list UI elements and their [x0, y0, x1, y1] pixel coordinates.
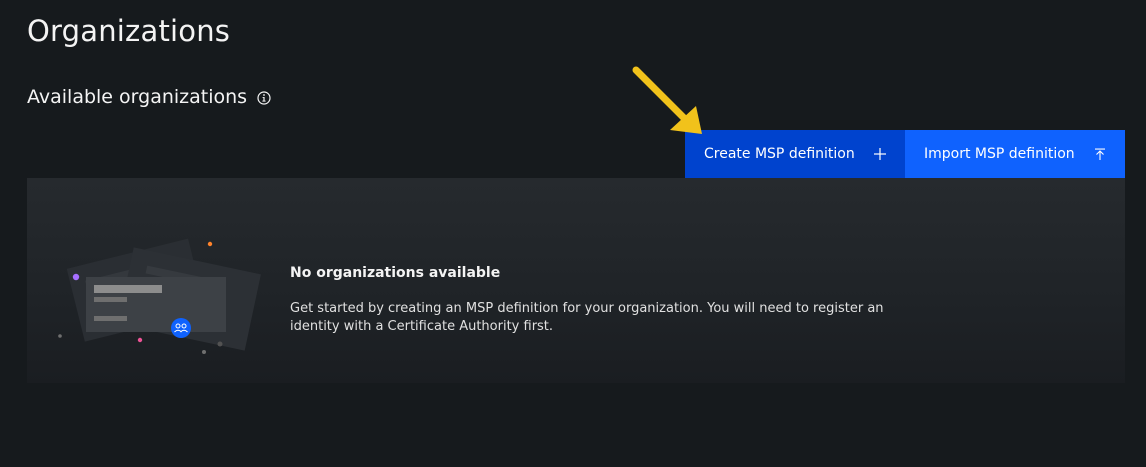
create-button-label: Create MSP definition: [704, 146, 855, 162]
annotation-arrow-icon: [622, 62, 712, 146]
user-group-icon: [171, 318, 191, 338]
page-title: Organizations: [27, 14, 231, 48]
empty-state-illustration: [49, 230, 269, 364]
empty-state-description: Get started by creating an MSP definitio…: [290, 301, 884, 334]
info-icon[interactable]: [257, 90, 271, 105]
section-title: Available organizations: [27, 86, 248, 108]
empty-state-panel: No organizations available Get started b…: [27, 178, 1125, 383]
import-button-label: Import MSP definition: [924, 146, 1075, 162]
plus-icon: [873, 147, 887, 161]
upload-icon: [1093, 147, 1107, 161]
create-msp-definition-button[interactable]: Create MSP definition: [685, 130, 905, 178]
section-header: Available organizations: [27, 86, 271, 108]
import-msp-definition-button[interactable]: Import MSP definition: [905, 130, 1125, 178]
empty-state-title: No organizations available: [290, 265, 501, 281]
